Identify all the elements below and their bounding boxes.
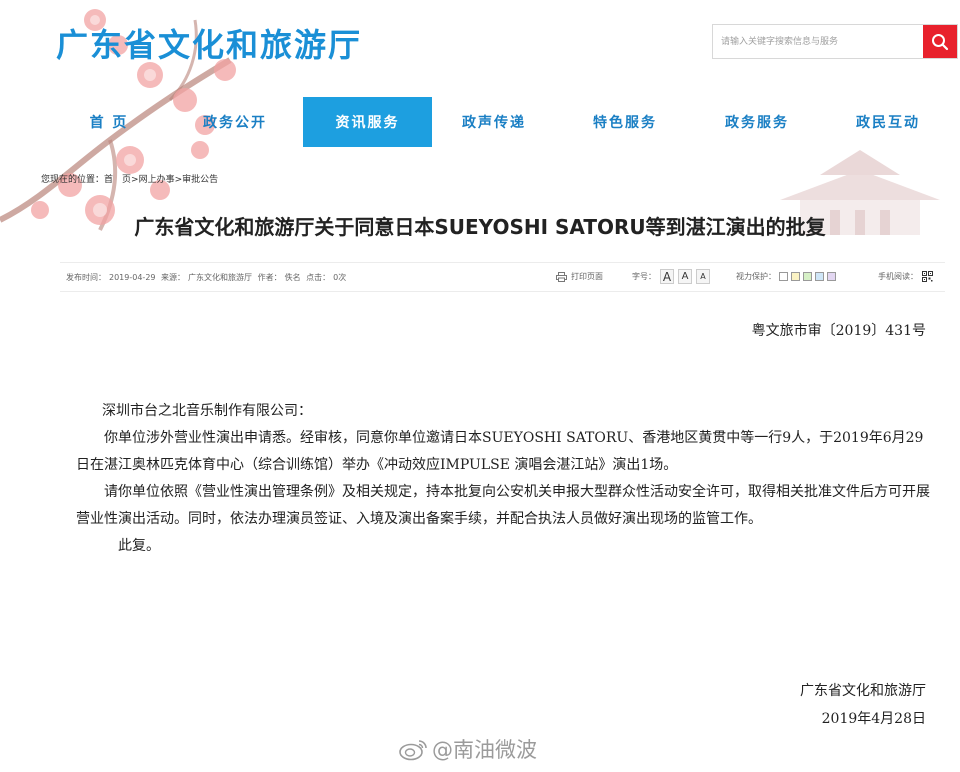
font-size-label: 字号： [632, 272, 656, 281]
nav-item-featured-services[interactable]: 特色服务 [561, 97, 689, 147]
clicks-label: 点击： [306, 273, 331, 282]
breadcrumb-section[interactable]: 网上办事 [139, 175, 175, 185]
weibo-icon [399, 740, 427, 761]
vision-swatch-blue[interactable] [815, 272, 824, 281]
font-size-small-button[interactable]: A [696, 269, 710, 284]
salutation: 深圳市台之北音乐制作有限公司： [102, 403, 312, 419]
article-title: 广东省文化和旅游厅关于同意日本SUEYOSHI SATORU等到湛江演出的批复 [134, 215, 826, 239]
breadcrumb-current[interactable]: 审批公告 [182, 175, 218, 185]
vision-protection-label: 视力保护： [736, 272, 776, 281]
search-input[interactable] [713, 25, 925, 58]
mobile-read-button[interactable]: 手机阅读： [878, 271, 933, 282]
print-button[interactable]: 打印页面 [556, 271, 603, 282]
vision-swatch-purple[interactable] [827, 272, 836, 281]
publish-date: 2019-04-29 [109, 273, 156, 282]
source-value: 广东文化和旅游厅 [188, 273, 253, 282]
author-value: 佚名 [284, 273, 301, 282]
nav-item-government-affairs[interactable]: 政务公开 [171, 97, 299, 147]
article-meta: 发布时间： 2019-04-29 来源： 广东文化和旅游厅 作者： 佚名 点击： 0次 [66, 272, 349, 283]
watermark-text: @南油微波 [432, 738, 537, 762]
search-box [712, 24, 958, 59]
nav-item-home[interactable]: 首 页 [45, 97, 173, 147]
article-meta-bar: 发布时间： 2019-04-29 来源： 广东文化和旅游厅 作者： 佚名 点击： 0次 … [60, 262, 945, 292]
author-label: 作者： [257, 273, 282, 282]
breadcrumb-home[interactable]: 首 页 [104, 175, 131, 185]
publish-label: 发布时间： [66, 273, 106, 282]
paragraph-1: 你单位涉外营业性演出申请悉。经审核，同意你单位邀请日本SUEYOSHI SATO… [76, 430, 924, 473]
search-button[interactable] [923, 25, 957, 58]
document-number: 粤文旅市审〔2019〕431号 [751, 323, 926, 339]
printer-icon [556, 271, 567, 282]
vision-protection-control: 视力保护： [736, 271, 836, 282]
signer: 广东省文化和旅游厅 [800, 683, 926, 699]
weibo-watermark: @南油微波 [398, 734, 537, 764]
article-body: 深圳市台之北音乐制作有限公司： 你单位涉外营业性演出申请悉。经审核，同意你单位邀… [76, 398, 936, 560]
paragraph-2: 请你单位依照《营业性演出管理条例》及相关规定，持本批复向公安机关申报大型群众性活… [76, 484, 930, 527]
font-size-large-button[interactable]: A [660, 269, 674, 284]
nav-item-interaction[interactable]: 政民互动 [824, 97, 952, 147]
source-label: 来源： [161, 273, 186, 282]
nav-item-info-services[interactable]: 资讯服务 [303, 97, 432, 147]
vision-swatch-green[interactable] [803, 272, 812, 281]
main-nav: 首 页 政务公开 资讯服务 政声传递 特色服务 政务服务 政民互动 [45, 97, 955, 147]
breadcrumb-separator: > [174, 175, 183, 185]
site-title[interactable]: 广东省文化和旅游厅 [56, 20, 362, 66]
font-size-control: 字号： A A A [632, 269, 710, 284]
clicks-value: 0次 [333, 273, 347, 282]
breadcrumb: 您现在的位置：首 页>网上办事>审批公告 [41, 172, 218, 185]
mobile-read-label: 手机阅读： [878, 272, 918, 281]
qr-code-icon [922, 271, 933, 282]
nav-item-policy-voice[interactable]: 政声传递 [430, 97, 558, 147]
vision-swatch-yellow[interactable] [791, 272, 800, 281]
nav-item-gov-services[interactable]: 政务服务 [693, 97, 821, 147]
sign-date: 2019年4月28日 [821, 711, 926, 727]
closing: 此复。 [118, 538, 160, 554]
search-icon [932, 33, 949, 50]
breadcrumb-prefix: 您现在的位置： [41, 175, 105, 185]
print-label: 打印页面 [571, 272, 603, 281]
vision-swatch-white[interactable] [779, 272, 788, 281]
breadcrumb-separator: > [131, 175, 139, 185]
font-size-medium-button[interactable]: A [678, 269, 692, 284]
